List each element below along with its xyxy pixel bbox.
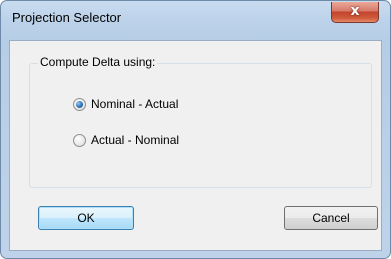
radio-label-nominal-minus-actual: Nominal - Actual <box>91 97 179 111</box>
radio-label-actual-minus-nominal: Actual - Nominal <box>91 133 180 147</box>
title-bar[interactable]: Projection Selector x <box>1 1 390 41</box>
radio-actual-minus-nominal[interactable]: Actual - Nominal <box>73 132 179 148</box>
radio-button-unchecked-icon[interactable] <box>73 133 86 147</box>
radio-nominal-minus-actual[interactable]: Nominal - Actual <box>73 96 178 112</box>
cancel-button[interactable]: Cancel <box>284 206 378 230</box>
dialog-window: Projection Selector x Compute Delta usin… <box>0 0 391 259</box>
close-button[interactable]: x <box>331 2 379 23</box>
window-title: Projection Selector <box>12 10 122 25</box>
close-icon: x <box>350 3 360 19</box>
radio-button-checked-icon[interactable] <box>73 97 86 111</box>
ok-button[interactable]: OK <box>38 206 134 230</box>
groupbox-label: Compute Delta using: <box>38 55 158 69</box>
compute-delta-groupbox <box>29 63 372 188</box>
